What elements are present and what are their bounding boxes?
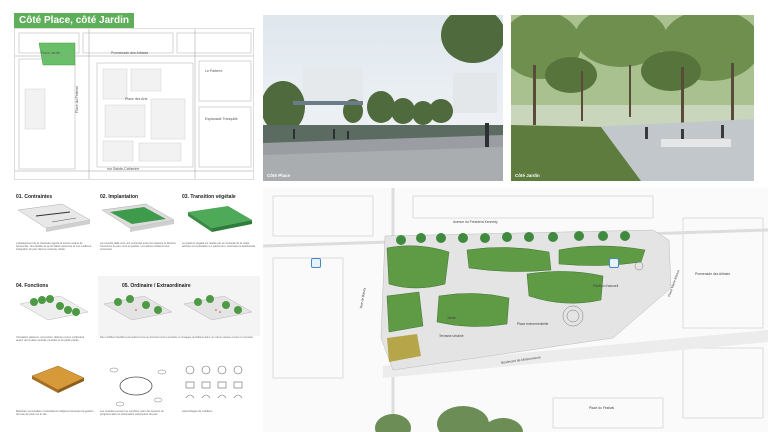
render-place — [263, 15, 503, 181]
label-place-festival-plan: Place du Festival — [589, 406, 615, 410]
label-place-festival: Place du Festival — [75, 86, 79, 113]
step-4-diagram — [19, 295, 89, 321]
photo-cote-place: Côté Place — [263, 15, 503, 181]
mat-diagram — [31, 365, 85, 393]
bench-diagram — [109, 367, 167, 407]
step-5-diagram — [103, 295, 253, 321]
modules-caption: Assemblages de mobiliers — [182, 410, 213, 413]
site-map: Place Jardin Promenade des Artistes Plac… — [14, 28, 254, 180]
step-5-title: 05. Ordinaire / Extraordinaire — [122, 283, 191, 289]
step-2-text: La nouvelle dalle crée une continuité en… — [100, 242, 176, 252]
label-place-arts: Place des Arts — [125, 97, 148, 101]
label-promenade: Promenade des Artistes — [111, 51, 149, 55]
bottom-mid-text: Les modules peuvent se combiner selon le… — [100, 410, 164, 417]
master-plan: Avenue du Président-Kennedy Rue de Bleur… — [263, 188, 768, 432]
step-3-title: 03. Transition végétale — [182, 194, 236, 200]
bottom-left-text: Matériaux perméables et plantations indi… — [16, 410, 94, 417]
caption-place: Côté Place — [267, 173, 291, 178]
label-terrasse: Terrasse urbaine — [439, 334, 464, 338]
label-jardin: Jardin — [447, 316, 456, 320]
label-esplanade: Esplanade Tranquille — [205, 117, 238, 121]
step-4-title: 04. Fonctions — [16, 283, 49, 289]
module-grid-icon — [185, 365, 243, 399]
render-jardin — [511, 15, 754, 181]
step-2-title: 02. Implantation — [100, 194, 139, 200]
label-promenade-artistes: Promenade des Artistes — [695, 272, 731, 276]
label-place-jardin: Place Jardin — [41, 51, 61, 55]
viewpoint-marker-1 — [311, 258, 321, 268]
viewpoint-marker-2 — [609, 258, 619, 268]
label-pavillon: Pavillon d'accueil — [593, 284, 619, 288]
label-avenue-kennedy: Avenue du Président-Kennedy — [453, 220, 498, 224]
step-5-text: Des mobiliers flexibles permettent la te… — [100, 336, 254, 339]
step-1-text: L'abaissement de la chaussée appuie la l… — [16, 242, 92, 252]
step-3-text: Le gradient végétal est réalisé par la c… — [182, 242, 256, 249]
step-2-diagram — [101, 203, 175, 232]
step-1-title: 01. Contraintes — [16, 194, 53, 200]
label-sainte-catherine: rue Sainte-Catherine — [107, 167, 140, 171]
label-place-evenementielle: Place événementielle — [517, 322, 549, 326]
master-plan-drawing — [263, 188, 768, 432]
caption-jardin: Côté Jardin — [515, 173, 540, 178]
board-title: Côté Place, côté Jardin — [14, 13, 135, 28]
label-parterre: Le Parterre — [205, 69, 223, 73]
presentation-board: Côté Place, côté Jardin Place Jardin Pro… — [0, 0, 768, 432]
step-1-diagram — [17, 203, 91, 232]
photo-cote-jardin: Côté Jardin — [511, 15, 754, 181]
step-4-text: Circulation piétonne, rencontres, détent… — [16, 336, 85, 343]
step-3-diagram — [188, 206, 252, 232]
